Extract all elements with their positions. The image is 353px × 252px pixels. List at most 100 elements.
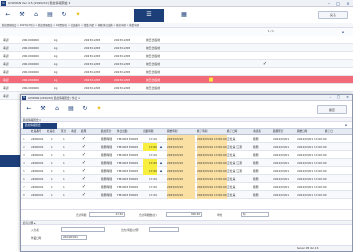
table-row[interactable]: 5 2K00001 1 1 ✓ 勤務時間 TM1903 E0009 17.00 ◆ 2023/03… (21, 167, 352, 175)
approver-cell: 正社員 江源 (227, 169, 242, 173)
back-cell-unit: kg (54, 78, 58, 82)
back-cell-note: 前日比較前 (146, 62, 160, 66)
refresh-icon[interactable]: ↻ (60, 11, 68, 19)
start-date-cell: 2023/03/10 (167, 167, 195, 175)
back-cell-date1: 2023/12/08 (84, 70, 101, 74)
hours-cell: 17.00 (148, 153, 157, 157)
work-type-cell: 勤務時間 (101, 193, 113, 197)
status-bar: Server 1M Ver 4.6 (21, 245, 352, 251)
confirm-label: 確定 (328, 107, 335, 112)
back-table-row[interactable]: 承認 200,000000 kg 2023/12/08 2023/12/08 前日比較前 (0, 52, 353, 60)
front-home-icon[interactable]: ⌂ (53, 105, 61, 113)
work-division-cell: 勤務 (253, 177, 259, 181)
table-row[interactable]: 7 2K00001 1 1 ✓ 勤務時間 TM1903 E0009 17.00 2023/03/… (21, 183, 352, 191)
table-row[interactable]: 8 2K00001 1 1 ✓ 勤務時間 TM1903 E0009 17.00 2023/03/… (21, 191, 352, 199)
section-bar[interactable]: 給与計算 ▸ (21, 220, 352, 225)
table-row[interactable]: 3 2K00001 1 1 ✓ 勤務時間 TM1903 E0009 17.00 2023/03/… (21, 151, 352, 159)
back-return-label: 戻る (329, 13, 336, 17)
hours-cell: 17.00 (148, 193, 157, 197)
table-row[interactable]: 6 2K00001 1 1 ✓ 勤務時間 TM1903 E0009 17.00 2023/03/… (21, 175, 352, 183)
back-cell-status: 承認 (3, 86, 9, 90)
table-row[interactable]: 2 2K00001 1 1 ✓ 勤務時間 TM1903 E0009 17.00 ◆ 2023/03… (21, 143, 352, 151)
back-cell-amount: 200,000000 (22, 54, 39, 58)
employee-code-cell: 2K00001 (31, 145, 44, 149)
status-text: Server 1M Ver 4.6 (297, 247, 319, 250)
back-cell-note: 前日比較前 (146, 86, 160, 90)
row-number-cell: 6 (23, 177, 25, 181)
work-division-cell: 勤務 (253, 193, 259, 197)
back-cell-note: 前日比較前 (146, 38, 160, 42)
unit-value: 時 (243, 213, 246, 216)
collapse-icon[interactable]: ⊟ (340, 29, 346, 35)
total2-value: 306.50 (190, 213, 200, 216)
input-label: 入力者 (31, 229, 39, 232)
approval-cell: 1 (63, 177, 65, 181)
back-table-row[interactable]: 承認 200,000000 kg 2023/12/08 2023/12/08 前日比較前 (0, 84, 353, 92)
date-field[interactable]: 2024/03/01 (61, 235, 87, 240)
end-datetime-cell: 2023/03/10 13:00:00 (197, 151, 227, 159)
back-cell-amount: 200,000000 (22, 62, 39, 66)
tab-collapse-icon[interactable]: ⊟ (343, 123, 349, 128)
back-cell-status: 承認 (3, 70, 9, 74)
wrench-icon[interactable]: ⚒ (18, 11, 26, 19)
employee-code-cell: 2K00001 (31, 193, 44, 197)
back-cell-unit: kg (54, 54, 58, 58)
work-division-cell: 勤務 (253, 185, 259, 189)
star-icon[interactable]: ✦ (74, 11, 82, 19)
grid-icon[interactable]: ▦ (180, 11, 188, 19)
back-table-row[interactable]: 承認 200,000000 kg 2023/12/08 2023/12/08 前日比較前 (0, 44, 353, 52)
start-date-cell: 2023/03/10 (167, 143, 195, 151)
total-label: 合計時間 (76, 214, 87, 217)
home-icon[interactable]: ⌂ (32, 11, 40, 19)
confirm-button[interactable]: 確定 (317, 105, 347, 114)
employee-code-cell: 2K00001 (31, 161, 44, 165)
front-back-arrow-icon[interactable]: ← (25, 105, 33, 113)
back-table-row[interactable]: 承認 200,000000 kg 2023/12/08 2023/12/08 前日比較前 ■ (0, 76, 353, 84)
close-icon[interactable]: × (344, 0, 352, 7)
unit-field[interactable]: 時 (241, 212, 269, 217)
back-table-row[interactable]: 承認 200,000000 kg 2023/12/08 2023/12/08 前日比較前 ✓ (0, 60, 353, 68)
back-cell-date2: 2023/12/08 (114, 62, 131, 66)
back-title-bar: G GYOMAN Ver 4.5 [2020/XX] 勤怠情報照会 ▾ – □ … (0, 0, 353, 7)
employee-code-cell: 2K00001 (31, 153, 44, 157)
end-date-cell: 2024/03/01 13:00:00 (297, 161, 327, 165)
check-icon: ✓ (81, 183, 87, 190)
back-table-row[interactable]: 承認 200,000000 kg 2023/12/08 2023/12/08 前日比較前 (0, 68, 353, 76)
input-field[interactable] (61, 227, 105, 232)
category-cell: 1 (51, 161, 53, 165)
work-type-cell: 勤務時間 (101, 145, 113, 149)
unit-label: 単位 (217, 214, 223, 217)
check-icon: ✓ (81, 143, 87, 150)
approval-cell: 1 (63, 153, 65, 157)
document-icon[interactable]: ▤ (46, 11, 54, 19)
back-cell-status: 承認 (3, 94, 9, 98)
front-refresh-icon[interactable]: ↻ (81, 105, 89, 113)
active-tab[interactable]: ☰ (134, 9, 164, 22)
start-date-cell: 2023/03/10 (167, 183, 195, 191)
back-arrow-icon[interactable]: ← (4, 11, 12, 19)
front-star-icon[interactable]: ✦ (95, 105, 103, 113)
back-cell-date2: 2023/12/08 (114, 46, 131, 50)
back-cell-amount: 200,000000 (22, 38, 39, 42)
end-date-cell: 2024/03/01 13:00:00 (297, 193, 327, 197)
front-grid: 社員番号 社員名 区分 承認 処理 勤怠区分 休日出勤 出勤時間 開始時刻 終了時刻 終了日時 承認者… (21, 129, 352, 209)
table-row[interactable]: 4 2K00001 1 1 ✓ 勤務時間 TM1903 E0009 17.00 ◆ 2023/03… (21, 159, 352, 167)
front-document-icon[interactable]: ▤ (67, 105, 75, 113)
total-value: 47.50 (115, 213, 123, 216)
total2-field: 306.50 (166, 212, 202, 217)
check-icon: ✓ (81, 135, 87, 142)
front-wrench-icon[interactable]: ⚒ (39, 105, 47, 113)
table-row[interactable]: 1 2K00001 1 1 ✓ 勤務時間 TM1903 E0009 17.00 2023/03/… (21, 135, 352, 143)
minimize-icon[interactable]: – (325, 0, 333, 7)
approval-cell: 1 (63, 169, 65, 173)
breadcrumb-text: 勤怠情報照会 > 2023年3月分 > 勤怠情報照会 > 1時間単位 > 社員番… (2, 24, 139, 27)
work-type-cell: 勤務時間 (101, 177, 113, 181)
back-cell-note: 前日比較前 (146, 78, 160, 82)
front-grid-body: 1 2K00001 1 1 ✓ 勤務時間 TM1903 E0009 17.00 2023/03/… (21, 135, 352, 209)
category-cell: 1 (51, 177, 53, 181)
back-return-button[interactable]: 戻る (318, 11, 348, 19)
input2-field[interactable] (149, 227, 179, 232)
back-table-row[interactable]: 承認 200,000000 kg 2023/12/08 2023/12/08 前日比較前 (0, 36, 353, 44)
back-cell-status: 承認 (3, 46, 9, 50)
maximize-icon[interactable]: □ (334, 0, 342, 7)
